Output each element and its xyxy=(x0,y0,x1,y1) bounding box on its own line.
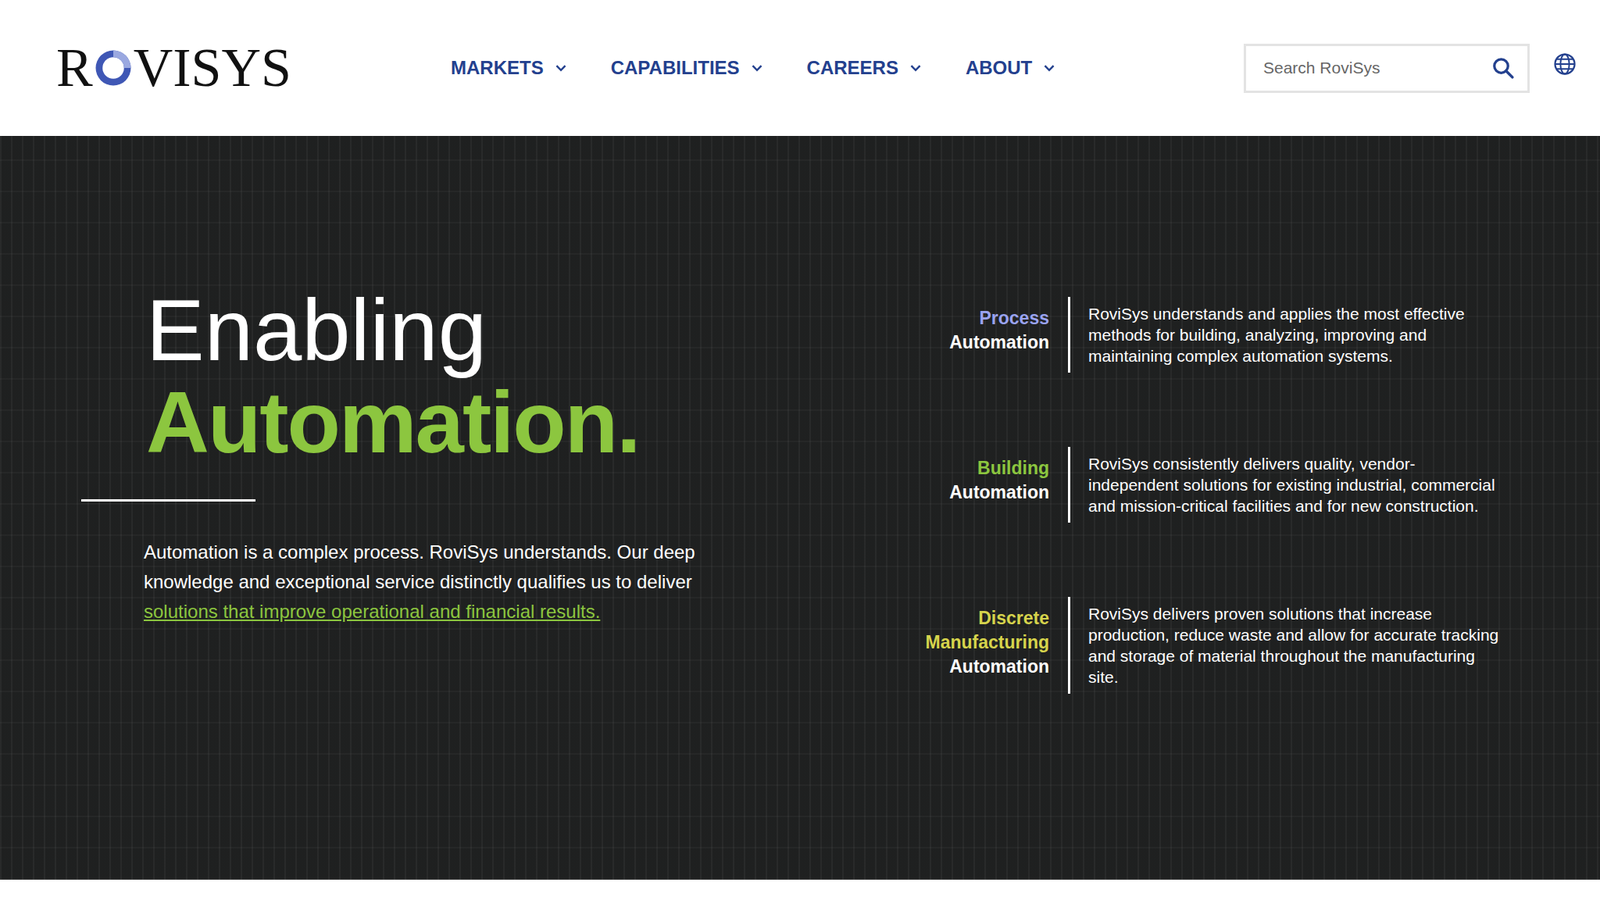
hero-intro: Enabling Automation. Automation is a com… xyxy=(0,135,909,880)
globe-icon[interactable] xyxy=(1553,52,1577,76)
chevron-down-icon xyxy=(554,64,568,72)
chevron-down-icon xyxy=(909,64,922,72)
results-link[interactable]: solutions that improve operational and f… xyxy=(143,600,600,622)
service-divider xyxy=(1067,446,1071,523)
service-divider xyxy=(1067,296,1071,373)
service-item[interactable]: Discrete Manufacturing Automation RoviSy… xyxy=(908,596,1503,694)
hero: Enabling Automation. Automation is a com… xyxy=(0,135,1600,880)
service-item[interactable]: Building Automation RoviSys consistently… xyxy=(908,446,1503,523)
nav-label: ABOUT xyxy=(965,57,1033,79)
nav-label: CAPABILITIES xyxy=(610,57,740,79)
nav-item[interactable]: ABOUT xyxy=(965,57,1056,79)
service-label: Discrete Manufacturing Automation xyxy=(908,596,1050,694)
magnifier-icon[interactable] xyxy=(1491,56,1515,80)
title-line: Automation. xyxy=(146,376,909,469)
divider xyxy=(81,499,256,502)
search-input[interactable] xyxy=(1261,57,1492,79)
nav-label: CAREERS xyxy=(807,57,899,79)
hero-title: Enabling Automation. xyxy=(146,284,909,468)
chevron-down-icon xyxy=(1042,64,1056,72)
main-nav: MARKETS CAPABILITIES CAREERS ABOUT xyxy=(450,57,1056,79)
service-label: Process Automation xyxy=(908,296,1050,373)
service-title: Discrete Manufacturing xyxy=(908,606,1050,655)
header: R VISYS MARKETS CAPABILITIES CAREERS ABO… xyxy=(0,0,1600,136)
title-line: Enabling xyxy=(146,284,909,377)
service-subtitle: Automation xyxy=(949,480,1050,505)
search-box xyxy=(1243,43,1530,93)
service-item[interactable]: Process Automation RoviSys understands a… xyxy=(908,296,1503,373)
nav-item[interactable]: MARKETS xyxy=(450,57,568,79)
logo-text: VISYS xyxy=(133,40,292,96)
logo[interactable]: R VISYS xyxy=(56,40,400,96)
chevron-down-icon xyxy=(750,64,764,72)
service-description: RoviSys understands and applies the most… xyxy=(1088,296,1503,373)
service-title: Process xyxy=(978,306,1050,331)
page-bottom xyxy=(0,879,1600,900)
page: R VISYS MARKETS CAPABILITIES CAREERS ABO… xyxy=(0,0,1600,900)
service-title: Building xyxy=(977,456,1050,481)
nav-item[interactable]: CAREERS xyxy=(807,57,922,79)
hero-paragraph: Automation is a complex process. RoviSys… xyxy=(143,537,738,627)
service-subtitle: Automation xyxy=(949,330,1050,355)
nav-label: MARKETS xyxy=(450,57,544,79)
logo-swirl-icon xyxy=(93,48,133,88)
service-divider xyxy=(1067,596,1071,694)
services-list: Process Automation RoviSys understands a… xyxy=(908,135,1503,880)
nav-item[interactable]: CAPABILITIES xyxy=(610,57,764,79)
service-description: RoviSys delivers proven solutions that i… xyxy=(1088,596,1503,694)
service-label: Building Automation xyxy=(908,446,1050,523)
service-subtitle: Automation xyxy=(949,654,1050,679)
service-description: RoviSys consistently delivers quality, v… xyxy=(1088,446,1503,523)
logo-text: R xyxy=(56,40,93,96)
